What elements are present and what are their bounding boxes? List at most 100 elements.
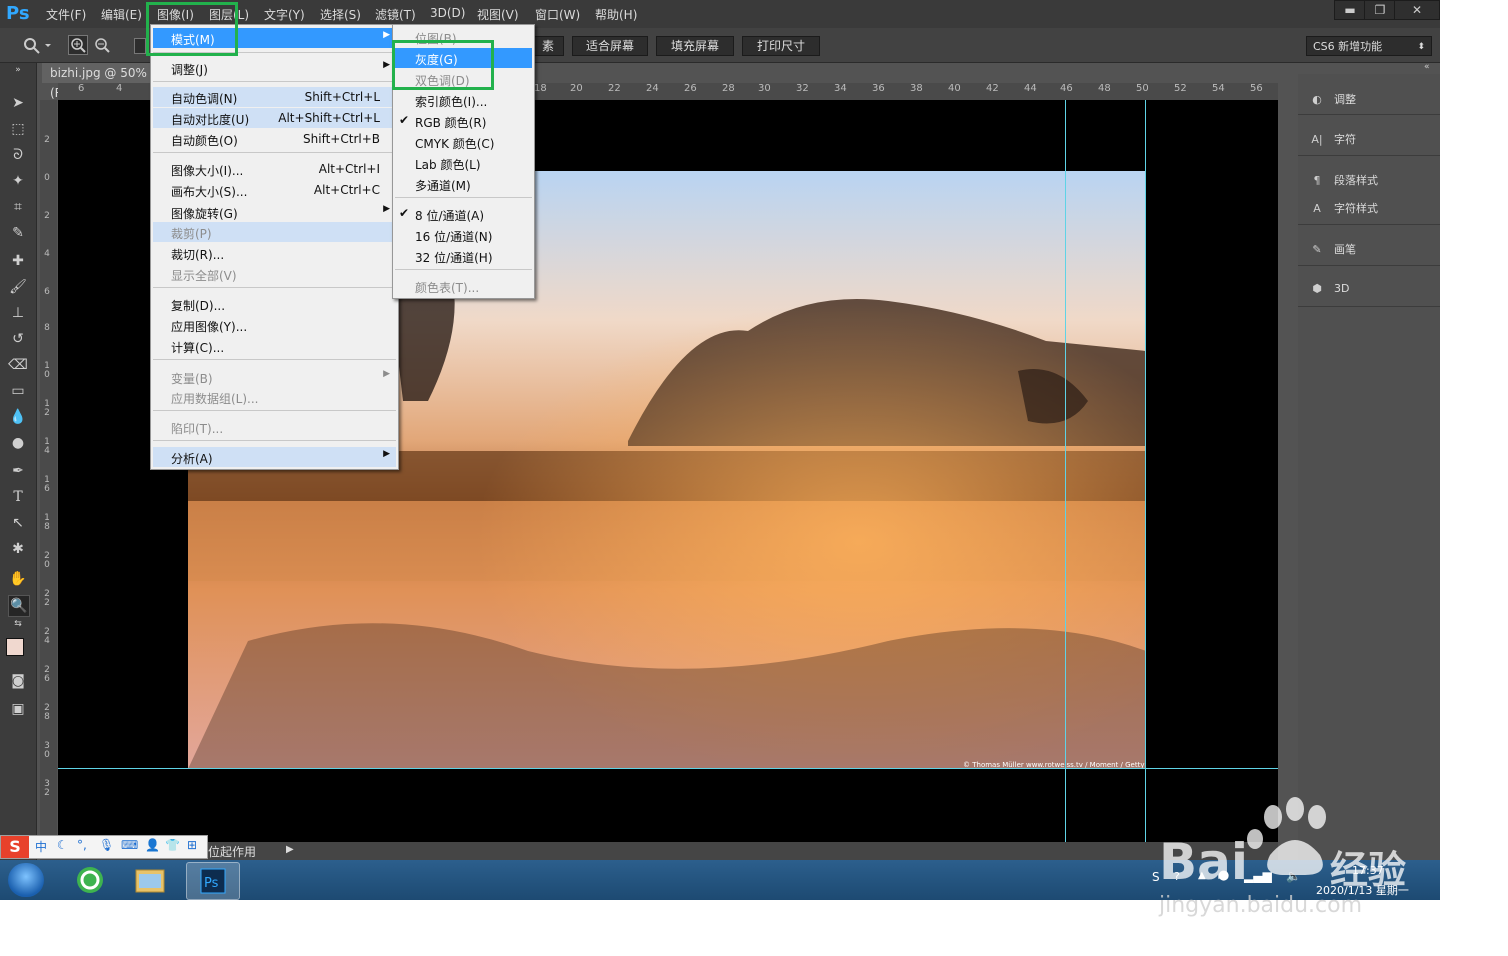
healing-brush-tool-icon[interactable]: ✚: [8, 251, 28, 271]
menu-select[interactable]: 选择(S): [320, 6, 361, 23]
default-colors-icon[interactable]: ⇆: [8, 619, 28, 629]
menu-item-32-bit[interactable]: 32 位/通道(H): [395, 246, 532, 266]
menu-item-8-bit[interactable]: ✔ 8 位/通道(A): [395, 204, 532, 224]
stamp-tool-icon[interactable]: ⊥: [8, 303, 28, 323]
zoom-tool-icon[interactable]: [22, 36, 52, 54]
history-brush-tool-icon[interactable]: ↺: [8, 329, 28, 349]
menu-item-reveal-all[interactable]: 显示全部(V): [153, 264, 396, 284]
keyboard-icon[interactable]: ⌨: [121, 838, 138, 852]
restore-button[interactable]: ❐: [1364, 0, 1396, 20]
menu-item-label: 应用图像(Y)...: [171, 320, 248, 334]
crop-tool-icon[interactable]: ⌗: [8, 197, 28, 217]
menu-item-apply-image[interactable]: 应用图像(Y)...: [153, 315, 396, 335]
quick-mask-icon[interactable]: ◙: [8, 671, 28, 691]
user-icon[interactable]: 👤: [145, 838, 160, 852]
marquee-tool-icon[interactable]: ⬚: [8, 119, 28, 139]
menu-item-cmyk-color[interactable]: CMYK 颜色(C): [395, 132, 532, 152]
submenu-arrow-icon: ▶: [383, 30, 390, 40]
blur-tool-icon[interactable]: 💧: [8, 407, 28, 427]
collapse-dock-icon[interactable]: «: [1424, 62, 1430, 72]
close-button[interactable]: ✕: [1394, 0, 1440, 20]
menu-window[interactable]: 窗口(W): [535, 6, 580, 23]
gradient-tool-icon[interactable]: ▭: [8, 381, 28, 401]
menu-item-auto-color[interactable]: 自动颜色(O) Shift+Ctrl+B: [153, 129, 396, 149]
punctuation-icon[interactable]: °,: [77, 838, 87, 852]
lasso-tool-icon[interactable]: ᘐ: [8, 145, 28, 165]
moon-icon[interactable]: ☾: [57, 838, 68, 852]
ime-mode-toggle[interactable]: 中: [35, 838, 47, 855]
menu-item-rgb-color[interactable]: ✔ RGB 颜色(R): [395, 111, 532, 131]
brush-tool-icon[interactable]: 🖌: [8, 277, 28, 297]
menu-item-duplicate[interactable]: 复制(D)...: [153, 294, 396, 314]
menu-item-trim[interactable]: 裁切(R)...: [153, 243, 396, 263]
photoshop-icon[interactable]: Ps: [186, 862, 240, 900]
menu-item-lab-color[interactable]: Lab 颜色(L): [395, 153, 532, 173]
zoom-in-icon[interactable]: [68, 35, 88, 55]
guide-line-vertical[interactable]: [1145, 100, 1146, 842]
menu-help[interactable]: 帮助(H): [595, 6, 637, 23]
shape-tool-icon[interactable]: ✱: [8, 539, 28, 559]
zoom-tool-icon[interactable]: 🔍: [8, 595, 30, 617]
panel-3d[interactable]: ⬢ 3D: [1308, 282, 1349, 295]
menu-filter[interactable]: 滤镜(T): [375, 6, 416, 23]
grid-icon[interactable]: ⊞: [187, 838, 197, 852]
resize-windows-checkbox[interactable]: [134, 38, 146, 54]
menu-item-auto-contrast[interactable]: 自动对比度(U) Alt+Shift+Ctrl+L: [153, 108, 396, 128]
fill-screen-button[interactable]: 填充屏幕: [656, 36, 734, 56]
status-menu-arrow-icon[interactable]: ▶: [286, 844, 294, 855]
menu-item-16-bit[interactable]: 16 位/通道(N): [395, 225, 532, 245]
menu-edit[interactable]: 编辑(E): [101, 6, 142, 23]
menu-item-image-size[interactable]: 图像大小(I)... Alt+Ctrl+I: [153, 159, 396, 179]
minimize-button[interactable]: ▬: [1334, 0, 1366, 20]
dodge-tool-icon[interactable]: ●: [8, 433, 28, 453]
magic-wand-tool-icon[interactable]: ✦: [8, 171, 28, 191]
menu-item-canvas-size[interactable]: 画布大小(S)... Alt+Ctrl+C: [153, 180, 396, 200]
workspace-select[interactable]: CS6 新增功能 ⬍: [1306, 36, 1432, 56]
sogou-logo-icon[interactable]: S: [1, 836, 29, 858]
panel-character[interactable]: A| 字符: [1308, 131, 1356, 147]
menu-type[interactable]: 文字(Y): [264, 6, 305, 23]
menu-item-adjustments[interactable]: 调整(J) ▶: [153, 58, 396, 78]
collapse-icon[interactable]: »: [8, 65, 28, 75]
menu-item-multichannel[interactable]: 多通道(M): [395, 174, 532, 194]
move-tool-icon[interactable]: ➤: [8, 93, 28, 113]
eyedropper-tool-icon[interactable]: ✎: [8, 223, 28, 243]
ie-icon[interactable]: [64, 862, 116, 898]
menu-item-apply-data-set[interactable]: 应用数据组(L)...: [153, 387, 396, 407]
type-tool-icon[interactable]: T: [8, 487, 28, 507]
fit-screen-button[interactable]: 适合屏幕: [572, 36, 648, 56]
microphone-icon[interactable]: 🎙: [99, 838, 114, 852]
menu-item-calculations[interactable]: 计算(C)...: [153, 336, 396, 356]
panel-adjustments[interactable]: ◐ 调整: [1308, 91, 1356, 107]
explorer-icon[interactable]: [124, 862, 176, 898]
guide-line-horizontal[interactable]: [58, 768, 1278, 769]
menu-item-variables[interactable]: 变量(B) ▶: [153, 367, 396, 387]
menu-item-auto-tone[interactable]: 自动色调(N) Shift+Ctrl+L: [153, 87, 396, 107]
start-button[interactable]: [8, 863, 44, 897]
foreground-color-swatch[interactable]: [6, 638, 24, 656]
menu-item-indexed-color[interactable]: 索引颜色(I)...: [395, 90, 532, 110]
eraser-tool-icon[interactable]: ⌫: [8, 355, 28, 375]
guide-line-vertical[interactable]: [1065, 100, 1066, 842]
skin-icon[interactable]: 👕: [165, 838, 180, 852]
menu-item-color-table[interactable]: 颜色表(T)...: [395, 276, 532, 296]
document-tab[interactable]: bizhi.jpg @ 50%(R: [42, 63, 152, 100]
panel-character-styles[interactable]: A 字符样式: [1308, 200, 1378, 216]
screen-mode-icon[interactable]: ▣: [8, 699, 28, 719]
menu-item-image-rotation[interactable]: 图像旋转(G) ▶: [153, 202, 396, 222]
menu-view[interactable]: 视图(V): [477, 6, 519, 23]
menu-item-crop[interactable]: 裁剪(P): [153, 222, 396, 242]
panel-brush[interactable]: ✎ 画笔: [1308, 241, 1356, 257]
print-size-button[interactable]: 打印尺寸: [742, 36, 820, 56]
path-selection-tool-icon[interactable]: ↖: [8, 513, 28, 533]
menu-3d[interactable]: 3D(D): [430, 6, 465, 20]
ruler-tick: 50: [1136, 83, 1149, 94]
actual-pixels-button[interactable]: 素: [532, 36, 564, 56]
menu-item-trap[interactable]: 陷印(T)...: [153, 417, 396, 437]
zoom-out-icon[interactable]: [92, 35, 112, 55]
hand-tool-icon[interactable]: ✋: [8, 569, 28, 589]
menu-file[interactable]: 文件(F): [46, 6, 86, 23]
menu-item-analysis[interactable]: 分析(A) ▶: [153, 447, 396, 467]
panel-paragraph-styles[interactable]: ¶ 段落样式: [1308, 172, 1379, 188]
pen-tool-icon[interactable]: ✒: [8, 461, 28, 481]
